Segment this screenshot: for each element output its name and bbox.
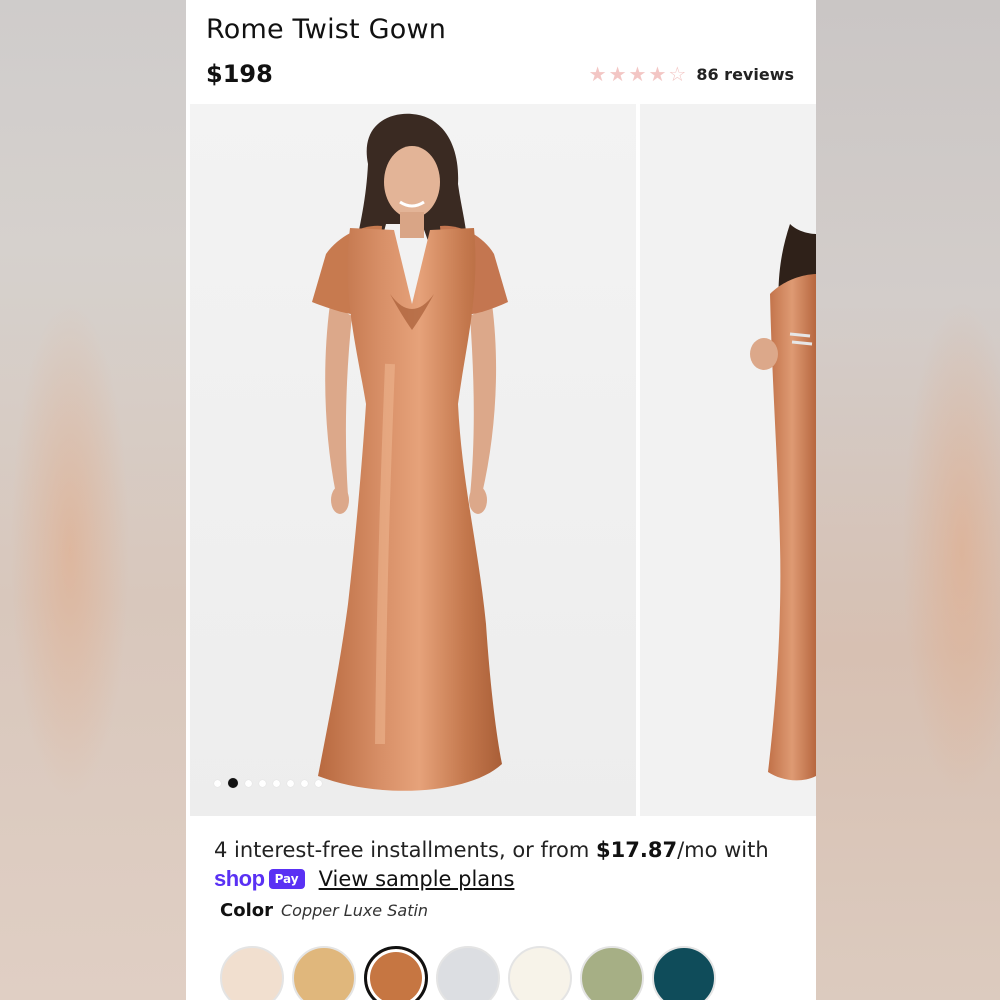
shop-pay-badge: Pay bbox=[268, 869, 305, 889]
rating[interactable]: ★ ★ ★ ★ ☆ 86 reviews bbox=[589, 62, 794, 86]
star-icon: ★ bbox=[588, 62, 607, 86]
shop-pay-row: shop Pay View sample plans bbox=[214, 866, 514, 892]
gallery-pagination[interactable] bbox=[214, 778, 322, 788]
color-swatch-cream[interactable] bbox=[220, 946, 284, 1000]
pagination-dot[interactable] bbox=[315, 779, 322, 787]
selected-color-name: Copper Luxe Satin bbox=[281, 901, 429, 920]
reviews-link[interactable]: 86 reviews bbox=[696, 65, 794, 84]
installments-suffix: /mo with bbox=[677, 838, 769, 862]
image-gallery[interactable] bbox=[190, 104, 816, 816]
next-product-image[interactable] bbox=[640, 104, 816, 816]
color-swatch-ivory[interactable] bbox=[508, 946, 572, 1000]
color-swatch-copper[interactable] bbox=[364, 946, 428, 1000]
star-icon: ★ bbox=[628, 62, 647, 86]
pagination-dot[interactable] bbox=[214, 779, 221, 787]
pagination-dot[interactable] bbox=[301, 779, 308, 787]
pagination-dot[interactable] bbox=[245, 779, 252, 787]
star-outline-icon: ☆ bbox=[668, 62, 687, 86]
shop-pay-logo: shop bbox=[214, 866, 265, 891]
blurred-backdrop-left bbox=[0, 0, 186, 1000]
pagination-dot[interactable] bbox=[259, 779, 266, 787]
installments-text: 4 interest-free installments, or from $1… bbox=[214, 834, 804, 866]
color-swatch-sage[interactable] bbox=[580, 946, 644, 1000]
color-swatches[interactable] bbox=[220, 946, 716, 1000]
color-selector-label: Color Copper Luxe Satin bbox=[220, 900, 428, 921]
product-page: Rome Twist Gown $198 ★ ★ ★ ★ ☆ 86 review… bbox=[186, 0, 816, 1000]
color-label: Color bbox=[220, 900, 273, 921]
installment-amount: $17.87 bbox=[596, 838, 678, 862]
product-price: $198 bbox=[206, 60, 273, 88]
star-icon: ★ bbox=[648, 62, 667, 86]
pagination-dot[interactable] bbox=[273, 779, 280, 787]
color-swatch-silver[interactable] bbox=[436, 946, 500, 1000]
view-sample-plans-link[interactable]: View sample plans bbox=[319, 867, 515, 891]
installments-prefix: 4 interest-free installments, or from bbox=[214, 838, 597, 862]
pagination-dot[interactable] bbox=[287, 779, 294, 787]
main-product-image[interactable] bbox=[190, 104, 636, 816]
star-icon: ★ bbox=[608, 62, 627, 86]
color-swatch-gold[interactable] bbox=[292, 946, 356, 1000]
product-title: Rome Twist Gown bbox=[206, 14, 447, 45]
color-swatch-teal[interactable] bbox=[652, 946, 716, 1000]
pagination-dot-active[interactable] bbox=[228, 778, 238, 788]
blurred-backdrop-right bbox=[816, 0, 1000, 1000]
